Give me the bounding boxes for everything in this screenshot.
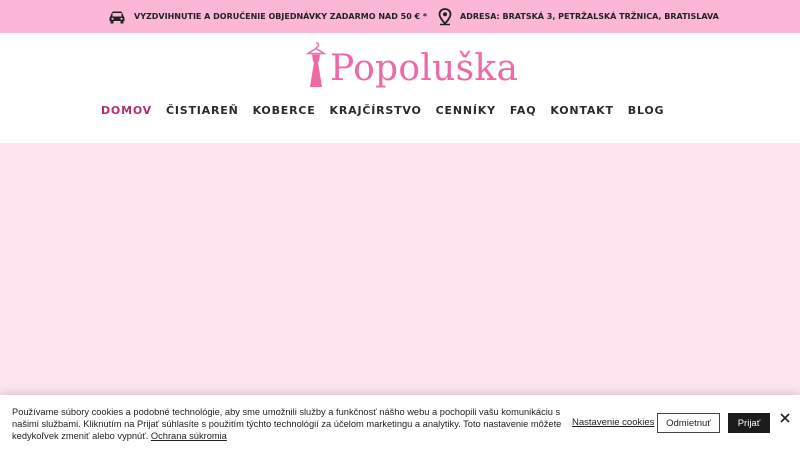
logo-text: Popoluška — [330, 48, 519, 89]
main-nav: DOMOV ČISTIAREŇ KOBERCE KRAJČÍRSTVO CENN… — [101, 104, 664, 117]
nav-item-domov[interactable]: DOMOV — [101, 104, 152, 117]
cookie-message: Používame súbory cookies a podobné techn… — [12, 407, 562, 441]
cookie-banner: Používame súbory cookies a podobné techn… — [0, 395, 800, 450]
nav-item-cistiaren[interactable]: ČISTIAREŇ — [166, 104, 239, 117]
nav-item-krajcirstvo[interactable]: KRAJČÍRSTVO — [330, 104, 422, 117]
logo[interactable]: Popoluška — [305, 41, 519, 94]
map-pin-icon — [438, 7, 452, 26]
nav-item-faq[interactable]: FAQ — [510, 104, 537, 117]
hero-section — [0, 143, 800, 400]
nav-item-kontakt[interactable]: KONTAKT — [550, 104, 613, 117]
nav-item-koberce[interactable]: KOBERCE — [253, 104, 316, 117]
nav-item-blog[interactable]: BLOG — [628, 104, 665, 117]
accept-button[interactable]: Prijať — [728, 413, 770, 433]
delivery-info: VYZDVIHNUTIE A DORUČENIE OBJEDNÁVKY ZADA… — [108, 0, 427, 33]
top-info-bar: VYZDVIHNUTIE A DORUČENIE OBJEDNÁVKY ZADA… — [0, 0, 800, 33]
close-icon[interactable] — [779, 411, 791, 423]
car-icon — [108, 10, 126, 24]
cookie-settings-link[interactable]: Nastavenie cookies — [572, 417, 654, 428]
cookie-text: Používame súbory cookies a podobné techn… — [12, 406, 564, 442]
privacy-link[interactable]: Ochrana súkromia — [151, 431, 227, 441]
reject-button[interactable]: Odmietnuť — [657, 413, 720, 433]
nav-item-cenniky[interactable]: CENNÍKY — [436, 104, 496, 117]
dress-on-hanger-icon — [305, 41, 327, 94]
delivery-text: VYZDVIHNUTIE A DORUČENIE OBJEDNÁVKY ZADA… — [134, 12, 428, 21]
address-info[interactable]: ADRESA: BRATSKÁ 3, PETRŽALSKÁ TRŽNICA, B… — [438, 0, 719, 33]
site-header: Popoluška DOMOV ČISTIAREŇ KOBERCE KRAJČÍ… — [0, 33, 800, 143]
address-text: ADRESA: BRATSKÁ 3, PETRŽALSKÁ TRŽNICA, B… — [460, 12, 719, 21]
